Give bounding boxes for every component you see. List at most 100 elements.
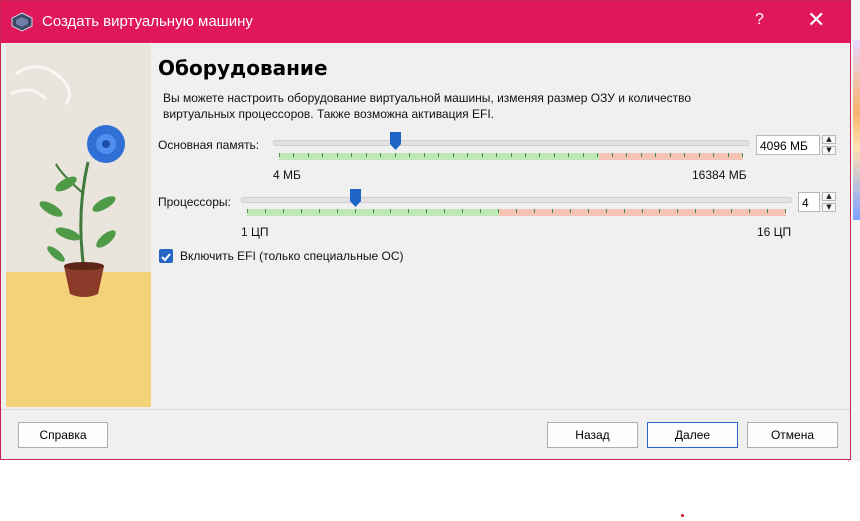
cpu-ticks bbox=[247, 209, 786, 216]
page-description: Вы можете настроить оборудование виртуал… bbox=[163, 91, 692, 121]
slider-tick bbox=[462, 209, 463, 213]
memory-up-icon[interactable]: ▲ bbox=[822, 135, 836, 144]
create-vm-dialog: Создать виртуальную машину ? ✕ Оборудова… bbox=[0, 0, 851, 460]
memory-spin-buttons[interactable]: ▲ ▼ bbox=[822, 135, 836, 155]
slider-tick bbox=[713, 209, 714, 213]
slider-tick bbox=[525, 153, 526, 157]
close-icon[interactable]: ✕ bbox=[807, 7, 825, 33]
dialog-footer: Справка Назад Далее Отмена bbox=[1, 409, 850, 459]
slider-tick bbox=[659, 209, 660, 213]
help-button[interactable]: Справка bbox=[18, 422, 108, 448]
slider-tick bbox=[444, 209, 445, 213]
slider-tick bbox=[408, 209, 409, 213]
slider-tick bbox=[480, 209, 481, 213]
title-bar: Создать виртуальную машину ? ✕ bbox=[1, 1, 850, 43]
flower-pot-illustration bbox=[10, 65, 125, 297]
slider-tick bbox=[482, 153, 483, 157]
slider-tick bbox=[670, 153, 671, 157]
slider-tick bbox=[641, 153, 642, 157]
slider-tick bbox=[337, 153, 338, 157]
back-button[interactable]: Назад bbox=[547, 422, 638, 448]
slider-tick bbox=[390, 209, 391, 213]
slider-tick bbox=[308, 153, 309, 157]
slider-tick bbox=[728, 153, 729, 157]
slider-tick bbox=[655, 153, 656, 157]
memory-down-icon[interactable]: ▼ bbox=[822, 146, 836, 155]
cancel-button[interactable]: Отмена bbox=[747, 422, 838, 448]
virtualbox-icon bbox=[11, 12, 33, 32]
slider-tick bbox=[539, 153, 540, 157]
cpu-slider-thumb[interactable] bbox=[350, 189, 361, 207]
slider-tick bbox=[319, 209, 320, 213]
slider-tick bbox=[380, 153, 381, 157]
slider-tick bbox=[554, 153, 555, 157]
slider-tick bbox=[731, 209, 732, 213]
slider-tick bbox=[749, 209, 750, 213]
slider-tick bbox=[684, 153, 685, 157]
slider-tick bbox=[395, 153, 396, 157]
help-icon[interactable]: ? bbox=[755, 11, 764, 29]
cpu-up-icon[interactable]: ▲ bbox=[822, 192, 836, 201]
memory-slider-thumb[interactable] bbox=[390, 132, 401, 150]
slider-tick bbox=[247, 209, 248, 213]
background-graph bbox=[853, 40, 860, 220]
slider-tick bbox=[511, 153, 512, 157]
memory-min-label: 4 МБ bbox=[273, 168, 301, 182]
slider-tick bbox=[337, 209, 338, 213]
slider-tick bbox=[366, 153, 367, 157]
slider-tick bbox=[534, 209, 535, 213]
slider-tick bbox=[568, 153, 569, 157]
slider-tick bbox=[606, 209, 607, 213]
slider-tick bbox=[785, 209, 786, 213]
slider-tick bbox=[677, 209, 678, 213]
cpu-spinbox[interactable]: 4 bbox=[798, 192, 820, 212]
memory-ticks bbox=[279, 153, 743, 160]
checkmark-icon bbox=[161, 253, 171, 262]
slider-tick bbox=[293, 153, 294, 157]
slider-tick bbox=[409, 153, 410, 157]
slider-tick bbox=[279, 153, 280, 157]
slider-tick bbox=[624, 209, 625, 213]
wizard-illustration bbox=[6, 44, 151, 407]
slider-tick bbox=[355, 209, 356, 213]
cpu-max-label: 16 ЦП bbox=[757, 225, 792, 239]
window-title: Создать виртуальную машину bbox=[42, 13, 253, 30]
slider-tick bbox=[453, 153, 454, 157]
page-heading: Оборудование bbox=[158, 56, 328, 80]
memory-spinbox[interactable]: 4096 МБ bbox=[756, 135, 820, 155]
slider-tick bbox=[265, 209, 266, 213]
slider-tick bbox=[498, 209, 499, 213]
slider-tick bbox=[713, 153, 714, 157]
background-dot bbox=[681, 514, 684, 517]
slider-tick bbox=[642, 209, 643, 213]
efi-checkbox[interactable] bbox=[159, 249, 173, 263]
slider-tick bbox=[695, 209, 696, 213]
slider-tick bbox=[583, 153, 584, 157]
slider-tick bbox=[283, 209, 284, 213]
slider-tick bbox=[597, 153, 598, 157]
slider-tick bbox=[552, 209, 553, 213]
slider-tick bbox=[351, 153, 352, 157]
next-button[interactable]: Далее bbox=[647, 422, 738, 448]
cpu-min-label: 1 ЦП bbox=[241, 225, 269, 239]
cpu-down-icon[interactable]: ▼ bbox=[822, 203, 836, 212]
slider-tick bbox=[496, 153, 497, 157]
slider-tick bbox=[467, 153, 468, 157]
slider-tick bbox=[322, 153, 323, 157]
slider-tick bbox=[612, 153, 613, 157]
cpu-slider-track[interactable] bbox=[241, 197, 792, 203]
memory-max-label: 16384 МБ bbox=[692, 168, 747, 182]
slider-tick bbox=[699, 153, 700, 157]
slider-tick bbox=[570, 209, 571, 213]
slider-tick bbox=[516, 209, 517, 213]
memory-slider-track[interactable] bbox=[273, 140, 749, 146]
slider-tick bbox=[742, 153, 743, 157]
slider-tick bbox=[301, 209, 302, 213]
slider-tick bbox=[426, 209, 427, 213]
efi-label[interactable]: Включить EFI (только специальные ОС) bbox=[180, 249, 404, 263]
slider-tick bbox=[373, 209, 374, 213]
cpu-spin-buttons[interactable]: ▲ ▼ bbox=[822, 192, 836, 212]
slider-tick bbox=[438, 153, 439, 157]
memory-label: Основная память: bbox=[158, 138, 260, 152]
slider-tick bbox=[588, 209, 589, 213]
